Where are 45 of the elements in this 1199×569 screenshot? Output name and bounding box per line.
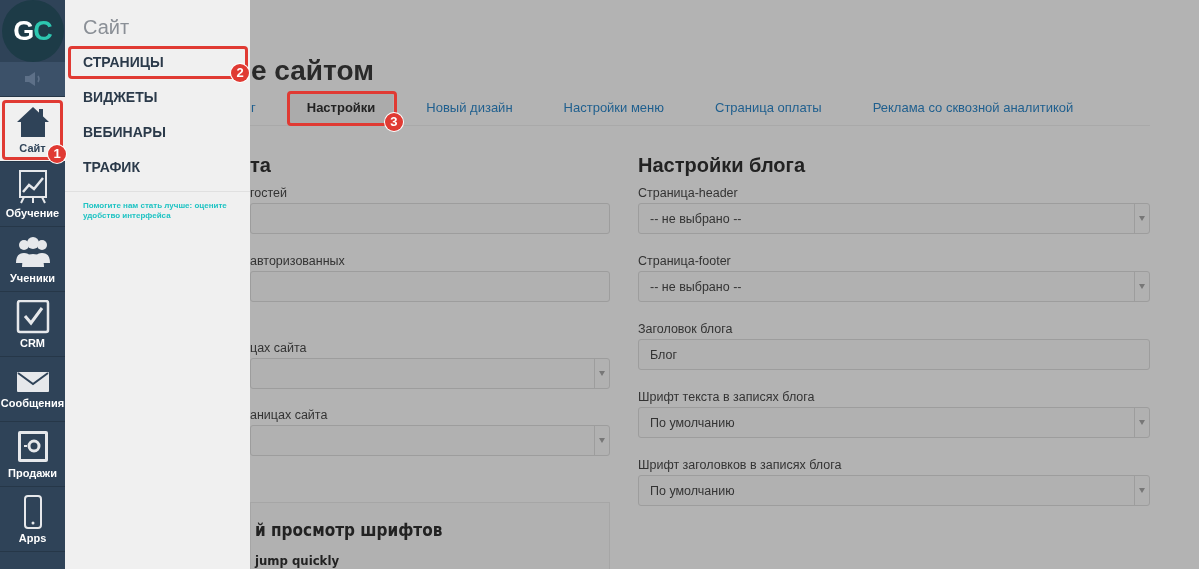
checkbox-icon [14, 299, 51, 334]
dropdown[interactable] [250, 358, 610, 389]
preview-sample: jump quickly [255, 553, 340, 568]
preview-heading: й просмотр шрифтов [255, 520, 444, 540]
dropdown[interactable]: -- не выбрано -- [638, 203, 1150, 234]
field-label: гостей [250, 185, 288, 201]
section-heading: Настройки блога [638, 153, 807, 178]
field-label: цах сайта [250, 340, 308, 356]
field-label: Шрифт текста в записях блога [638, 389, 816, 405]
menu-item[interactable]: ВЕБИНАРЫ [83, 115, 166, 150]
input-field[interactable] [250, 203, 610, 234]
menu-item[interactable]: ВИДЖЕТЫ [83, 80, 158, 115]
caret-icon [1139, 420, 1145, 425]
step-number: 1 [48, 145, 66, 163]
menu-item[interactable]: ТРАФИК [83, 150, 140, 185]
menu-item[interactable]: СТРАНИЦЫ [83, 45, 164, 80]
speaker-icon[interactable] [22, 72, 43, 86]
field-label: Заголовок блога [638, 321, 734, 337]
input-field[interactable]: Блог [638, 339, 1150, 370]
caret-icon [599, 371, 605, 376]
panel-title: Сайт [82, 15, 131, 40]
nav-item[interactable]: Ученики [0, 227, 65, 292]
step-number: 2 [231, 64, 249, 82]
field-label: аницах сайта [250, 407, 329, 423]
field-label: Страница-footer [638, 253, 732, 269]
dropdown[interactable]: По умолчанию [638, 407, 1150, 438]
caret-icon [1139, 216, 1145, 221]
logo[interactable]: GC [1, 0, 64, 62]
dropdown[interactable] [250, 425, 610, 456]
caret-icon [1139, 488, 1145, 493]
caret-icon [599, 438, 605, 443]
input-field[interactable] [250, 271, 610, 302]
nav-item[interactable]: Продажи [0, 422, 65, 487]
nav-item[interactable]: Сообщения [0, 357, 65, 422]
field-label: Шрифт заголовков в записях блога [638, 457, 843, 473]
dropdown[interactable]: -- не выбрано -- [638, 271, 1150, 302]
people-icon [14, 234, 51, 269]
step-number: 3 [384, 113, 403, 131]
field-label: авторизованных [250, 253, 346, 269]
envelope-icon [14, 369, 51, 394]
dropdown[interactable]: По умолчанию [638, 475, 1150, 506]
page-title: е сайтом [251, 54, 375, 88]
section-heading: та [250, 153, 272, 178]
field-label: Страница-header [638, 185, 739, 201]
caret-icon [1139, 284, 1145, 289]
